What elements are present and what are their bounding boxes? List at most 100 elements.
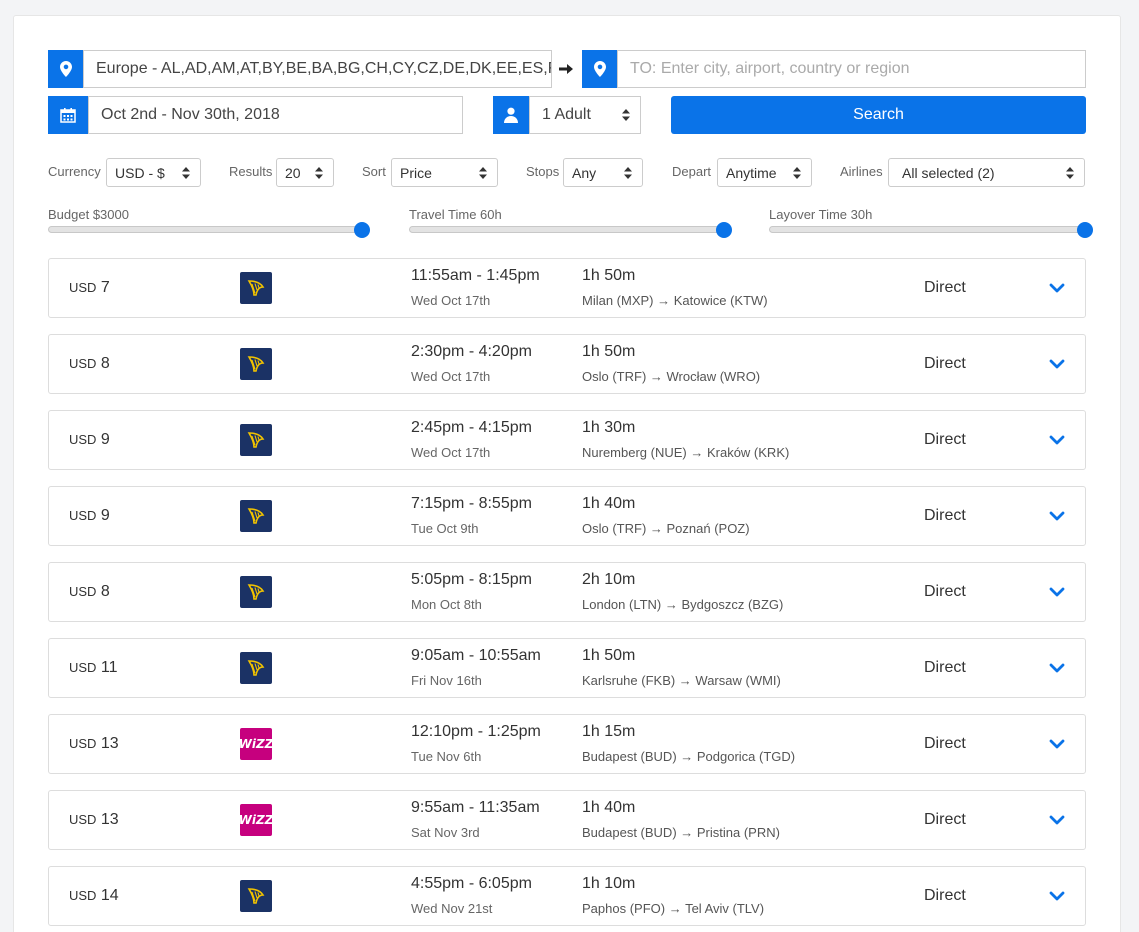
travel-time-slider-handle[interactable] bbox=[716, 222, 732, 238]
price-currency: USD bbox=[69, 888, 97, 903]
chevron-down-icon[interactable] bbox=[1048, 509, 1066, 523]
price-currency: USD bbox=[69, 508, 97, 523]
flight-row[interactable]: USD 9 2:45pm - 4:15pm Wed Oct 17th 1h 30… bbox=[48, 410, 1086, 470]
flight-stops: Direct bbox=[924, 583, 966, 600]
updown-arrows-icon bbox=[624, 166, 632, 179]
budget-slider-track[interactable] bbox=[48, 226, 358, 233]
sort-label: Sort bbox=[362, 164, 386, 179]
chevron-down-icon[interactable] bbox=[1048, 661, 1066, 675]
sort-select[interactable]: Price bbox=[391, 158, 498, 187]
flight-times: 2:45pm - 4:15pm bbox=[411, 419, 532, 436]
flight-route: Nuremberg (NUE) → Kraków (KRK) bbox=[582, 445, 790, 460]
wizz-logo-icon: WiZZ bbox=[239, 728, 273, 760]
from-input[interactable]: Europe - AL,AD,AM,AT,BY,BE,BA,BG,CH,CY,C… bbox=[83, 50, 552, 88]
currency-label: Currency bbox=[48, 164, 101, 179]
flight-times: 2:30pm - 4:20pm bbox=[411, 343, 532, 360]
to-input[interactable]: TO: Enter city, airport, country or regi… bbox=[617, 50, 1086, 88]
to-location-icon[interactable] bbox=[582, 50, 617, 88]
price-amount: 7 bbox=[100, 279, 110, 296]
chevron-down-icon[interactable] bbox=[1048, 889, 1066, 903]
flight-stops: Direct bbox=[924, 279, 966, 296]
chevron-down-icon[interactable] bbox=[1048, 357, 1066, 371]
flight-duration: 1h 10m bbox=[582, 875, 636, 892]
flight-route: Karlsruhe (FKB) → Warsaw (WMI) bbox=[582, 673, 781, 688]
flight-date: Wed Oct 17th bbox=[411, 293, 491, 308]
depart-select[interactable]: Anytime bbox=[717, 158, 812, 187]
flight-stops: Direct bbox=[924, 659, 966, 676]
price-amount: 8 bbox=[100, 583, 110, 600]
date-range-input[interactable]: Oct 2nd - Nov 30th, 2018 bbox=[88, 96, 463, 134]
flight-route: Oslo (TRF) → Wrocław (WRO) bbox=[582, 369, 761, 384]
price-currency: USD bbox=[69, 356, 97, 371]
updown-arrows-icon bbox=[793, 166, 801, 179]
chevron-down-icon[interactable] bbox=[1048, 433, 1066, 447]
flight-times: 5:05pm - 8:15pm bbox=[411, 571, 532, 588]
chevron-down-icon[interactable] bbox=[1048, 585, 1066, 599]
flight-times: 4:55pm - 6:05pm bbox=[411, 875, 532, 892]
flight-duration: 1h 40m bbox=[582, 799, 636, 816]
flight-duration: 1h 15m bbox=[582, 723, 636, 740]
price-currency: USD bbox=[69, 736, 97, 751]
user-icon[interactable] bbox=[493, 96, 529, 134]
currency-select[interactable]: USD - $ bbox=[106, 158, 201, 187]
flight-route: Paphos (PFO) → Tel Aviv (TLV) bbox=[582, 901, 765, 916]
flight-times: 12:10pm - 1:25pm bbox=[411, 723, 541, 740]
updown-arrows-icon bbox=[479, 166, 487, 179]
flight-row[interactable]: USD 13 WiZZ 9:55am - 11:35am Sat Nov 3rd… bbox=[48, 790, 1086, 850]
flight-duration: 1h 50m bbox=[582, 343, 636, 360]
flight-route: Budapest (BUD) → Podgorica (TGD) bbox=[582, 749, 796, 764]
flight-row[interactable]: USD 8 2:30pm - 4:20pm Wed Oct 17th 1h 50… bbox=[48, 334, 1086, 394]
stops-label: Stops bbox=[526, 164, 560, 179]
airlines-select[interactable]: All selected (2) bbox=[888, 158, 1085, 187]
flight-row[interactable]: USD 11 9:05am - 10:55am Fri Nov 16th 1h … bbox=[48, 638, 1086, 698]
price: USD 13 bbox=[69, 811, 119, 829]
ryanair-logo-icon bbox=[240, 348, 272, 380]
flight-route: London (LTN) → Bydgoszcz (BZG) bbox=[582, 597, 784, 612]
price-currency: USD bbox=[69, 584, 97, 599]
flight-date: Wed Nov 21st bbox=[411, 901, 493, 916]
flight-row[interactable]: USD 13 WiZZ 12:10pm - 1:25pm Tue Nov 6th… bbox=[48, 714, 1086, 774]
search-button[interactable]: Search bbox=[671, 96, 1086, 134]
budget-label: Budget $3000 bbox=[48, 207, 129, 222]
flight-row[interactable]: USD 9 7:15pm - 8:55pm Tue Oct 9th 1h 40m… bbox=[48, 486, 1086, 546]
layover-time-slider-handle[interactable] bbox=[1077, 222, 1093, 238]
layover-time-slider-track[interactable] bbox=[769, 226, 1081, 233]
flight-route: Oslo (TRF) → Poznań (POZ) bbox=[582, 521, 750, 536]
chevron-down-icon[interactable] bbox=[1048, 813, 1066, 827]
flight-date: Tue Nov 6th bbox=[411, 749, 482, 764]
chevron-down-icon[interactable] bbox=[1048, 737, 1066, 751]
results-select[interactable]: 20 bbox=[276, 158, 334, 187]
layover-time-label: Layover Time 30h bbox=[769, 207, 873, 222]
flight-row[interactable]: USD 8 5:05pm - 8:15pm Mon Oct 8th 2h 10m… bbox=[48, 562, 1086, 622]
depart-label: Depart bbox=[672, 164, 712, 179]
price-currency: USD bbox=[69, 432, 97, 447]
ryanair-logo-icon bbox=[240, 272, 272, 304]
flight-row[interactable]: USD 7 11:55am - 1:45pm Wed Oct 17th 1h 5… bbox=[48, 258, 1086, 318]
price: USD 13 bbox=[69, 735, 119, 753]
flight-stops: Direct bbox=[924, 811, 966, 828]
currency-value: USD - $ bbox=[115, 164, 165, 181]
price: USD 8 bbox=[69, 355, 110, 373]
price-amount: 14 bbox=[100, 887, 119, 904]
budget-slider-handle[interactable] bbox=[354, 222, 370, 238]
travel-time-slider-track[interactable] bbox=[409, 226, 720, 233]
updown-arrows-icon bbox=[622, 109, 630, 121]
ryanair-logo-icon bbox=[240, 576, 272, 608]
calendar-icon[interactable] bbox=[48, 96, 88, 134]
updown-arrows-icon bbox=[315, 166, 323, 179]
chevron-down-icon[interactable] bbox=[1048, 281, 1066, 295]
flight-date: Tue Oct 9th bbox=[411, 521, 479, 536]
travel-time-label: Travel Time 60h bbox=[409, 207, 502, 222]
from-location-icon[interactable] bbox=[48, 50, 83, 88]
flight-stops: Direct bbox=[924, 735, 966, 752]
results-label: Results bbox=[229, 164, 273, 179]
ryanair-logo-icon bbox=[240, 652, 272, 684]
price-currency: USD bbox=[69, 280, 97, 295]
flight-route: Budapest (BUD) → Pristina (PRN) bbox=[582, 825, 780, 840]
flight-row[interactable]: USD 14 4:55pm - 6:05pm Wed Nov 21st 1h 1… bbox=[48, 866, 1086, 926]
stops-select[interactable]: Any bbox=[563, 158, 643, 187]
price: USD 8 bbox=[69, 583, 110, 601]
passengers-select[interactable]: 1 Adult bbox=[529, 96, 641, 134]
price-currency: USD bbox=[69, 660, 97, 675]
flight-route: Milan (MXP) → Katowice (KTW) bbox=[582, 293, 768, 308]
